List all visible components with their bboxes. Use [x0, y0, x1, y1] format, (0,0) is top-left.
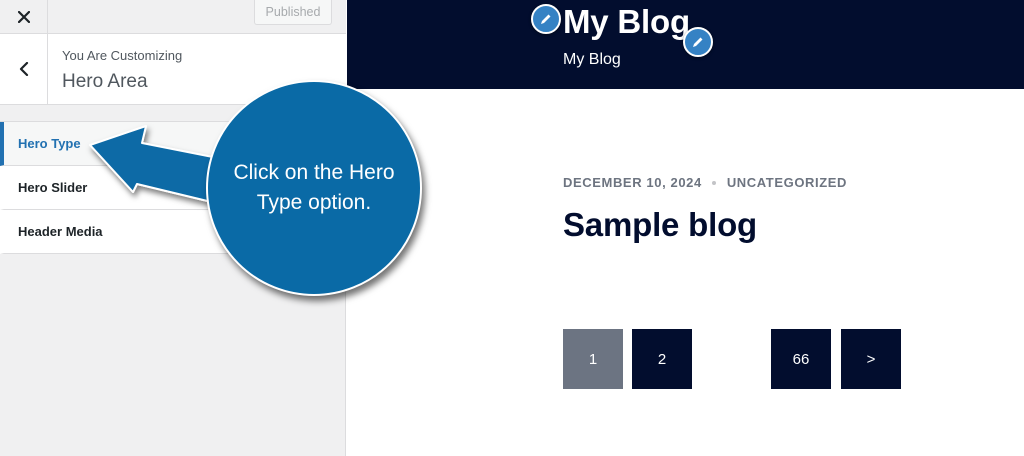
site-title[interactable]: My Blog [563, 3, 690, 41]
tutorial-callout: Click on the Hero Type option. [206, 80, 422, 296]
chevron-left-icon [19, 62, 28, 76]
edit-site-title-button[interactable] [531, 4, 561, 34]
post-meta: DECEMBER 10, 2024 UNCATEGORIZED [563, 175, 847, 190]
pencil-icon [693, 37, 703, 47]
publish-button[interactable]: Published [254, 0, 332, 25]
post-date[interactable]: DECEMBER 10, 2024 [563, 175, 702, 190]
next-page-button[interactable]: > [841, 329, 901, 389]
edit-tagline-button[interactable] [683, 27, 713, 57]
site-header: My Blog My Blog [347, 0, 1024, 89]
customizing-label: You Are Customizing [62, 48, 183, 63]
post-title[interactable]: Sample blog [563, 206, 757, 244]
page-button-2[interactable]: 2 [632, 329, 692, 389]
meta-separator [711, 180, 716, 185]
page-button-1: 1 [563, 329, 623, 389]
site-tagline: My Blog [563, 51, 621, 68]
close-customizer-button[interactable] [0, 0, 48, 33]
post-category[interactable]: UNCATEGORIZED [727, 175, 847, 190]
pencil-icon [541, 14, 551, 24]
close-icon [17, 10, 30, 23]
section-title: Hero Area [62, 71, 148, 92]
page-button-66[interactable]: 66 [771, 329, 831, 389]
callout-text: Click on the Hero Type option. [233, 161, 395, 214]
customizer-topbar: Published [0, 0, 346, 34]
site-preview: My Blog My Blog DECEMBER 10, 2024 UNCATE… [347, 0, 1024, 456]
back-button[interactable] [0, 34, 48, 104]
